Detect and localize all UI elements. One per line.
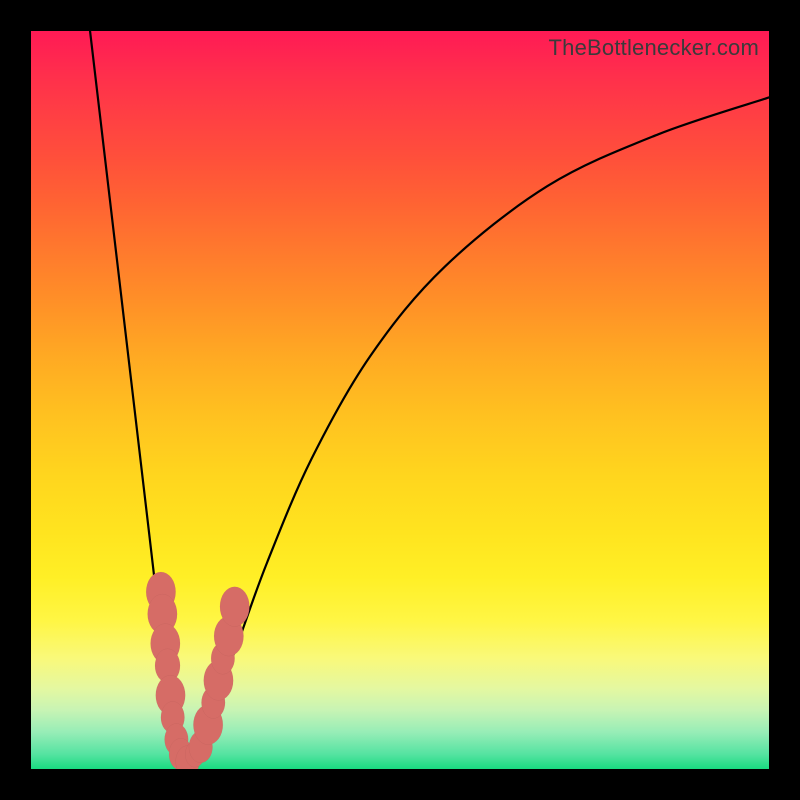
curve-right [186, 97, 769, 769]
plot-area: TheBottlenecker.com [31, 31, 769, 769]
data-marker [220, 587, 250, 627]
curve-layer [31, 31, 769, 769]
marker-group [146, 572, 249, 769]
chart-frame: TheBottlenecker.com [0, 0, 800, 800]
